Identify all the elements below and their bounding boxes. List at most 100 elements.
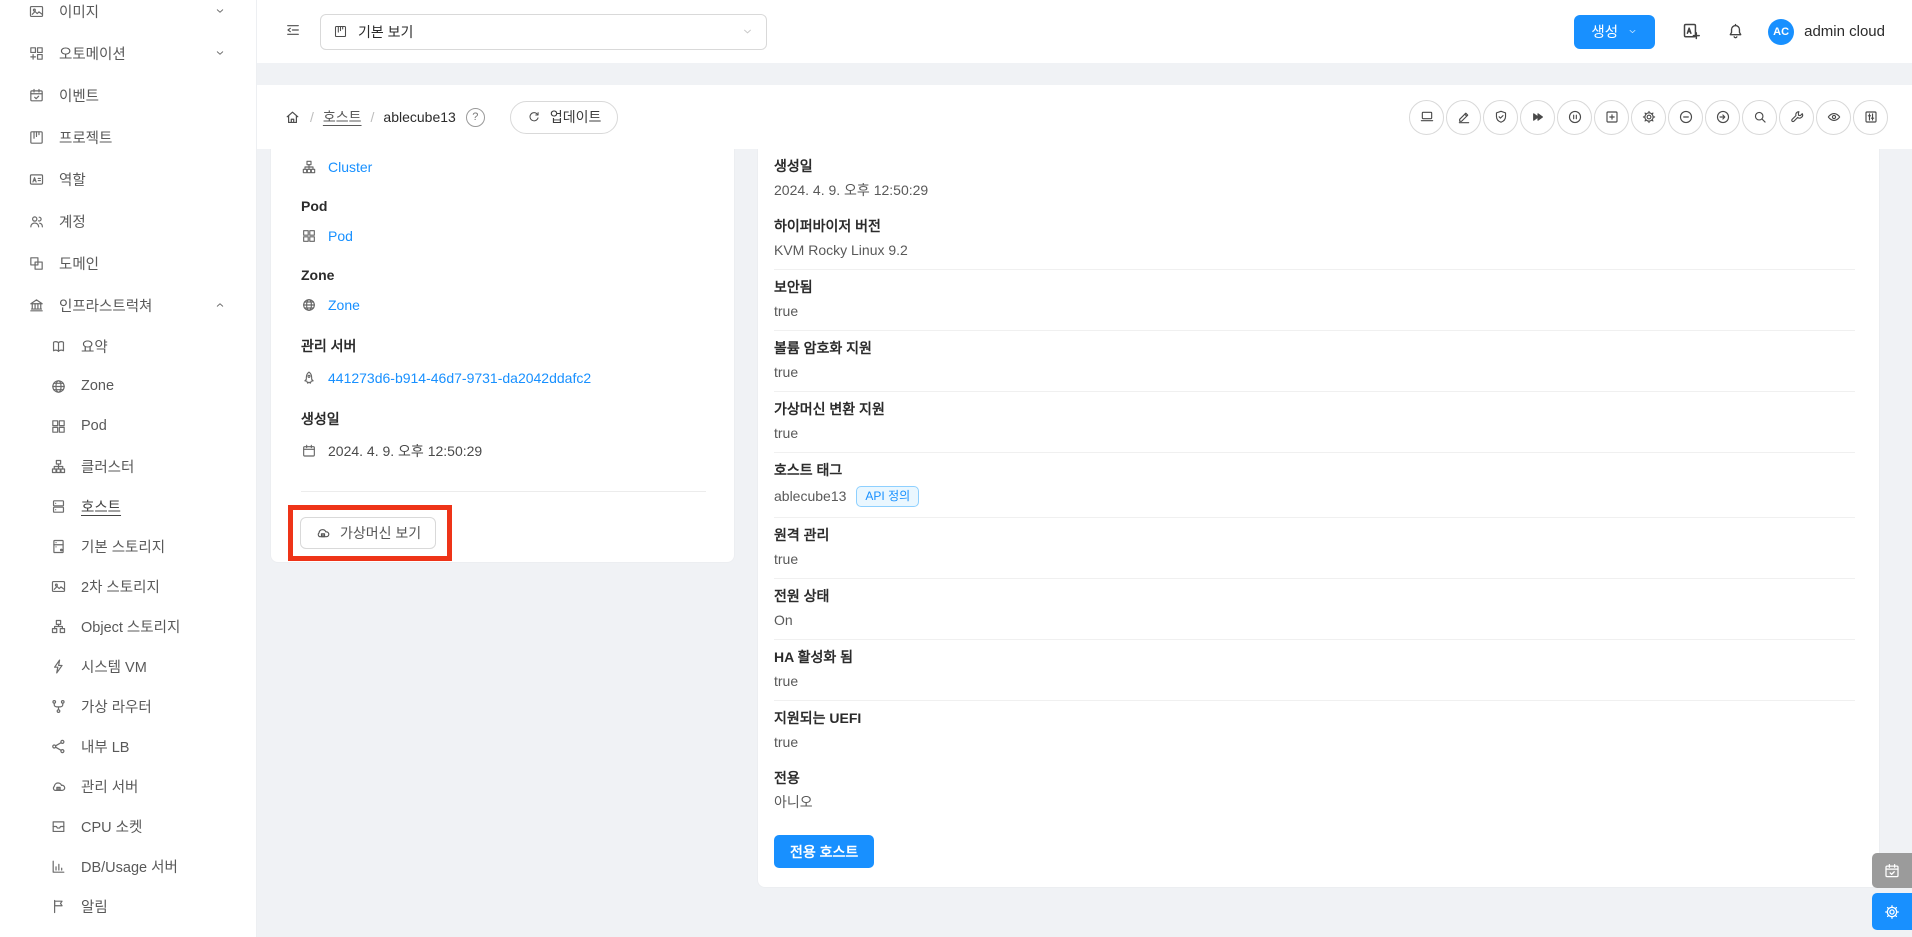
view-vms-button[interactable]: 가상머신 보기 — [300, 517, 437, 549]
breadcrumb: / 호스트 / ablecube13 ? 업데이트 — [284, 100, 619, 134]
bolt-icon — [50, 658, 67, 675]
detail-label: 전용 — [774, 770, 800, 786]
overview-card: Cluster Pod Pod Zone Zone 관리 서버 441273d6-b914-… — [270, 149, 735, 563]
project-icon — [333, 24, 348, 39]
sidebar-item-zone[interactable]: Zone — [0, 366, 256, 406]
sidebar-item-alerts[interactable]: 알림 — [0, 886, 256, 926]
plus-square-icon — [1604, 109, 1620, 125]
breadcrumb-link-hosts[interactable]: 호스트 — [323, 107, 362, 127]
action-laptop-button[interactable] — [1409, 99, 1444, 135]
sidebar-item-system-vm[interactable]: 시스템 VM — [0, 646, 256, 686]
overview-link[interactable]: Zone — [328, 297, 360, 313]
sidebar-item-images[interactable]: 이미지 — [0, 0, 256, 32]
sidebar-item-cpu-socket[interactable]: CPU 소켓 — [0, 806, 256, 846]
sidebar-item-management-server[interactable]: 관리 서버 — [0, 766, 256, 806]
picture-icon — [28, 3, 45, 20]
help-icon[interactable]: ? — [465, 107, 485, 127]
sidebar-item-label: CPU 소켓 — [81, 819, 143, 836]
sidebar-item-virtual-router[interactable]: 가상 라우터 — [0, 686, 256, 726]
create-button[interactable]: 생성 — [1574, 14, 1656, 49]
sidebar-item-cluster[interactable]: 클러스터 — [0, 446, 256, 486]
detail-label: 원격 관리 — [774, 527, 830, 543]
sidebar-item-label: Object 스토리지 — [81, 619, 181, 636]
update-button[interactable]: 업데이트 — [509, 100, 619, 134]
detail-value: true — [774, 673, 799, 689]
sidebar-item-events[interactable]: 이벤트 — [0, 74, 256, 116]
minus-circle-icon — [1678, 109, 1694, 125]
arrow-circle-icon — [1715, 109, 1731, 125]
action-forward-button[interactable] — [1520, 99, 1555, 135]
sidebar-item-automation[interactable]: 오토메이션 — [0, 32, 256, 74]
detail-value: KVM Rocky Linux 9.2 — [774, 242, 908, 258]
overview-link[interactable]: Cluster — [328, 159, 372, 175]
bell-icon — [1726, 22, 1745, 41]
overview-link[interactable]: 441273d6-b914-46d7-9731-da2042ddafc2 — [328, 370, 591, 386]
translate-button[interactable] — [1681, 21, 1702, 42]
action-search-button[interactable] — [1742, 99, 1777, 135]
overview-sections: Cluster Pod Pod Zone Zone 관리 서버 441273d6-b914-… — [301, 157, 706, 461]
sidebar-collapse-button[interactable] — [283, 22, 303, 42]
action-minus-circle-button[interactable] — [1668, 99, 1703, 135]
sidebar-item-label: 프로젝트 — [59, 130, 113, 147]
action-plus-square-button[interactable] — [1594, 99, 1629, 135]
action-shield-check-button[interactable] — [1483, 99, 1518, 135]
sliders-icon — [1863, 109, 1879, 125]
view-select[interactable]: 기본 보기 — [320, 13, 767, 50]
grid-icon — [50, 418, 67, 435]
action-wrench-button[interactable] — [1779, 99, 1814, 135]
detail-value: true — [774, 551, 799, 567]
detail-label: 호스트 태그 — [774, 462, 843, 478]
sidebar-item-roles[interactable]: 역할 — [0, 158, 256, 200]
overview-row: Pod — [301, 226, 706, 246]
wrench-icon — [1789, 109, 1805, 125]
sidebar-item-secondary-storage[interactable]: 2차 스토리지 — [0, 566, 256, 606]
bar-chart-icon — [50, 858, 67, 875]
sidebar-item-internal-lb[interactable]: 내부 LB — [0, 726, 256, 766]
detail-label: 생성일 — [774, 158, 813, 174]
detail-row: 가상머신 변환 지원 true — [774, 392, 1855, 453]
picture-icon — [50, 578, 67, 595]
sidebar-item-host[interactable]: 호스트 — [0, 486, 256, 526]
detail-row: 원격 관리 true — [774, 518, 1855, 579]
gear-icon — [1883, 903, 1901, 921]
sidebar-item-projects[interactable]: 프로젝트 — [0, 116, 256, 158]
overview-row: Zone — [301, 295, 706, 315]
action-edit-button[interactable] — [1446, 99, 1481, 135]
notifications-button[interactable] — [1726, 22, 1745, 41]
sidebar-item-label: 내부 LB — [81, 739, 130, 756]
action-pause-circle-button[interactable] — [1557, 99, 1592, 135]
sidebar-item-primary-storage[interactable]: 기본 스토리지 — [0, 526, 256, 566]
sidebar-item-domains[interactable]: 도메인 — [0, 242, 256, 284]
action-gear-button[interactable] — [1631, 99, 1666, 135]
events-float-button[interactable] — [1872, 853, 1912, 888]
sidebar-item-label: 도메인 — [59, 256, 100, 273]
sidebar-item-pod[interactable]: Pod — [0, 406, 256, 446]
detail-label: 보안됨 — [774, 279, 813, 295]
sidebar-item-db-usage[interactable]: DB/Usage 서버 — [0, 846, 256, 886]
topbar-right: 생성 AC admin cloud — [1574, 14, 1885, 49]
detail-row: 보안됨 true — [774, 270, 1855, 331]
sidebar-item-summary[interactable]: 요약 — [0, 326, 256, 366]
action-sliders-button[interactable] — [1853, 99, 1888, 135]
sidebar-item-label: Zone — [81, 378, 115, 394]
share-icon — [50, 738, 67, 755]
home-icon[interactable] — [284, 109, 301, 126]
sidebar-menu: 이미지 오토메이션 이벤트프로젝트역할 계정도메인인프라스트럭쳐 요약 Zone Pod 클러… — [0, 0, 256, 926]
view-select-value: 기본 보기 — [358, 23, 414, 40]
action-eye-button[interactable] — [1816, 99, 1851, 135]
action-arrow-circle-button[interactable] — [1705, 99, 1740, 135]
sidebar-item-object-storage[interactable]: Object 스토리지 — [0, 606, 256, 646]
avatar[interactable]: AC — [1768, 18, 1795, 45]
calendar-icon — [301, 443, 317, 459]
sidebar-item-infrastructure[interactable]: 인프라스트럭쳐 — [0, 284, 256, 326]
detail-row: 하이퍼바이저 버전 KVM Rocky Linux 9.2 — [774, 209, 1855, 270]
settings-float-button[interactable] — [1872, 893, 1912, 930]
overview-label: 생성일 — [301, 411, 340, 427]
detail-row: HA 활성화 됨 true — [774, 640, 1855, 701]
sidebar-item-label: 2차 스토리지 — [81, 579, 160, 596]
dedicate-host-button[interactable]: 전용 호스트 — [774, 835, 875, 868]
sidebar-item-label: 가상 라우터 — [81, 699, 152, 716]
overview-link[interactable]: Pod — [328, 228, 353, 244]
sidebar-item-accounts[interactable]: 계정 — [0, 200, 256, 242]
cloud-server-icon — [315, 525, 331, 541]
